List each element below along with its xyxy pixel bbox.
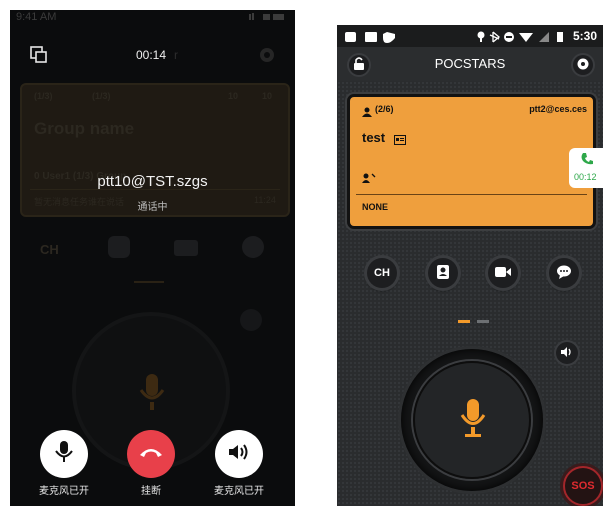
dim-page-indicator xyxy=(134,281,164,283)
speaker-icon xyxy=(227,442,251,467)
ongoing-call-badge[interactable]: 00:12 xyxy=(569,148,603,188)
hangup-button[interactable] xyxy=(127,430,175,478)
speaker-button-label: 麦克风已开 xyxy=(214,486,264,497)
system-status-icons xyxy=(477,30,567,48)
hangup-icon xyxy=(138,445,164,464)
channel-button[interactable]: CH xyxy=(367,258,397,288)
current-group-card[interactable]: (2/6) ptt2@ces.ces test NONE xyxy=(347,94,596,229)
group-name: test xyxy=(362,130,386,145)
settings-gear-icon xyxy=(258,46,276,69)
group-user-count: (2/6) xyxy=(375,104,394,114)
video-camera-icon xyxy=(494,266,512,281)
android-status-bar: 5:30 xyxy=(337,25,603,47)
microphone-icon xyxy=(54,440,74,469)
current-speaker: NONE xyxy=(362,202,389,212)
status-icons xyxy=(249,12,285,24)
minimize-icon[interactable] xyxy=(30,46,48,69)
caller-name: ptt10@TST.szgs xyxy=(97,173,208,190)
call-timer: 00:14 xyxy=(136,48,167,62)
hangup-button-label: 挂断 xyxy=(141,486,161,497)
dim-count-a: (1/3) xyxy=(34,91,53,101)
contacts-button[interactable] xyxy=(428,258,458,288)
status-time: 5:30 xyxy=(573,29,598,43)
settings-button[interactable] xyxy=(573,55,593,75)
call-badge-timer: 00:12 xyxy=(574,172,597,182)
phone-call-icon xyxy=(580,152,594,171)
sos-label: SOS xyxy=(571,480,595,492)
right-phone-main-screen: 5:30 POCSTARS (2/6) ptt2@ces.ces test NO… xyxy=(337,25,603,506)
app-title: POCSTARS xyxy=(434,56,506,71)
dim-count-d: 10 xyxy=(262,91,273,101)
dimmed-group-card: (1/3) (1/3) 10 10 Group name 0 User1 (1/… xyxy=(20,83,290,217)
card-divider xyxy=(356,194,587,195)
dim-ptt-mic-icon xyxy=(138,372,166,417)
gear-icon xyxy=(576,57,590,74)
group-card-icon xyxy=(394,132,406,150)
chat-bubble-icon xyxy=(556,265,572,282)
notification-icons xyxy=(345,30,405,48)
dim-group-name: Group name xyxy=(34,119,135,138)
volume-icon xyxy=(560,346,574,361)
dim-volume-icon xyxy=(240,309,262,331)
dim-message-icon xyxy=(242,236,264,258)
call-status: 通话中 xyxy=(137,202,168,213)
left-phone-call-screen: 9:41 AM 00:14 r (1/3) (1/3) 10 10 Group … xyxy=(10,10,295,506)
dim-title-fragment: r xyxy=(174,48,178,62)
sos-button[interactable]: SOS xyxy=(563,466,603,506)
channel-button-label: CH xyxy=(374,267,390,279)
mute-microphone-button[interactable] xyxy=(40,430,88,478)
volume-button[interactable] xyxy=(556,342,578,364)
dim-contacts-icon xyxy=(108,236,130,258)
video-button[interactable] xyxy=(488,258,518,288)
app-title-bar: POCSTARS xyxy=(337,47,603,81)
mute-button-label: 麦克风已开 xyxy=(39,486,89,497)
speaker-user-icon xyxy=(362,170,376,188)
page-indicator xyxy=(458,311,494,329)
dim-count-c: 10 xyxy=(228,91,239,101)
status-time: 9:41 AM xyxy=(16,11,57,23)
speaker-button[interactable] xyxy=(215,430,263,478)
dim-ch-button: CH xyxy=(40,242,59,257)
message-button[interactable] xyxy=(549,258,579,288)
account-name: ptt2@ces.ces xyxy=(529,104,587,114)
contacts-icon xyxy=(436,264,450,283)
dim-video-icon xyxy=(174,240,198,256)
ptt-microphone-icon xyxy=(459,398,487,445)
dim-count-b: (1/3) xyxy=(92,91,111,101)
user-count-icon xyxy=(362,104,372,122)
